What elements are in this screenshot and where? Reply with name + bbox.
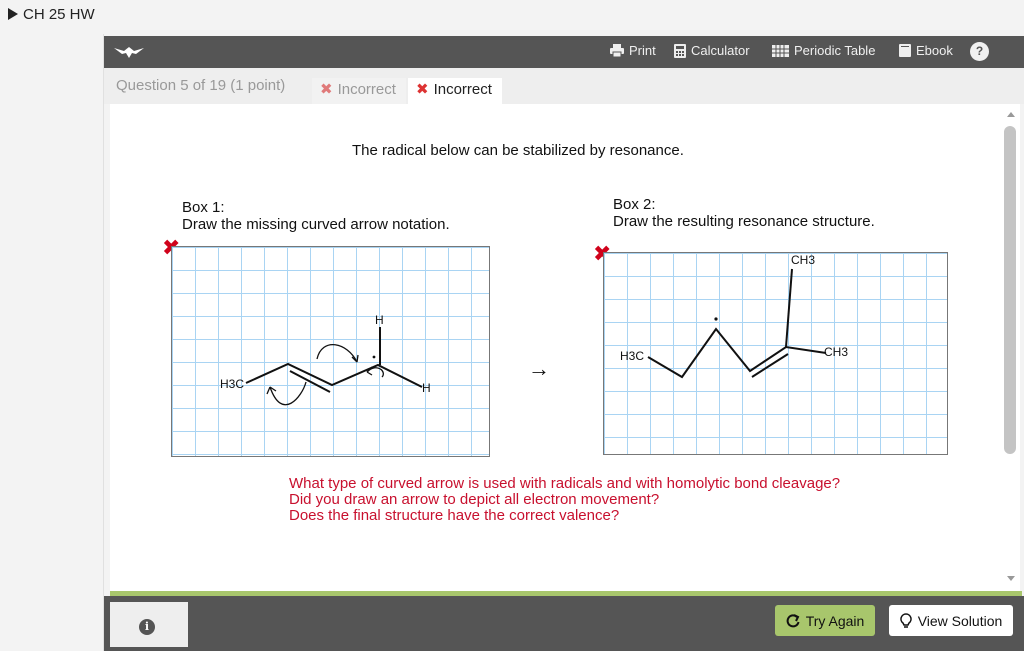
ebook-label: Ebook [916, 43, 953, 58]
view-solution-button[interactable]: View Solution [889, 605, 1013, 636]
try-again-button[interactable]: Try Again [775, 605, 875, 636]
calculator-button[interactable]: Calculator [674, 43, 750, 58]
panel-divider [103, 34, 104, 651]
reaction-arrow: → [528, 356, 550, 381]
box1-h-right-label: H [422, 381, 431, 395]
scroll-up-icon[interactable] [1007, 112, 1015, 117]
info-icon: i [139, 619, 155, 635]
box1-title: Box 1: [182, 199, 225, 216]
toolbar: Print Calculator Periodic Table Ebook ? [104, 36, 1024, 68]
box1-h-top-label: H [375, 313, 384, 327]
book-icon [899, 44, 911, 57]
hint-line: Does the final structure have the correc… [289, 507, 620, 524]
box2-h3c-label: H3C [620, 349, 645, 363]
help-icon[interactable]: ? [970, 42, 989, 61]
question-content: The radical below can be stabilized by r… [110, 104, 1002, 591]
incorrect-x-icon: ✖ [320, 81, 333, 98]
periodic-table-label: Periodic Table [794, 43, 876, 58]
expand-triangle-icon[interactable] [8, 8, 18, 20]
scroll-thumb[interactable] [1004, 126, 1016, 454]
box2-label: Box 2: Draw the resulting resonance stru… [613, 196, 875, 230]
box2-drawing-canvas[interactable]: H3C CH3 CH3 [603, 252, 948, 455]
periodic-table-button[interactable]: Periodic Table [772, 43, 875, 58]
print-button[interactable]: Print [610, 43, 656, 58]
feedback-hints: What type of curved arrow is used with r… [289, 476, 840, 524]
box1-instruction: Draw the missing curved arrow notation. [182, 216, 450, 233]
box1-h3c-label: H3C [220, 377, 245, 391]
calculator-icon [674, 43, 686, 58]
assignment-breadcrumb[interactable]: CH 25 HW [0, 0, 1024, 34]
content-scrollbar[interactable] [1002, 104, 1020, 591]
lightbulb-icon [900, 613, 912, 628]
periodic-table-icon [772, 44, 789, 57]
info-tab[interactable]: i [110, 602, 188, 647]
box1-drawing-canvas[interactable]: H3C H H [171, 246, 490, 457]
scroll-down-icon[interactable] [1007, 576, 1015, 581]
view-solution-label: View Solution [917, 612, 1003, 629]
attempt-tab-2[interactable]: ✖ Incorrect [408, 78, 502, 104]
question-intro: The radical below can be stabilized by r… [352, 142, 684, 159]
attempt-tab-label: Incorrect [337, 81, 396, 98]
box2-ch3-right-label: CH3 [824, 345, 849, 359]
box2-ch3-top-label: CH3 [791, 253, 816, 267]
attempt-tab-1[interactable]: ✖ Incorrect [312, 78, 406, 104]
footer-bar: i Try Again View Solution [104, 596, 1024, 651]
hint-line: Did you draw an arrow to depict all elec… [289, 491, 660, 508]
box2-instruction: Draw the resulting resonance structure. [613, 213, 875, 230]
question-bar: Question 5 of 19 (1 point) ✖ Incorrect ✖ I… [104, 68, 1024, 104]
left-panel [0, 34, 103, 651]
refresh-icon [786, 613, 800, 627]
attempt-tab-label: Incorrect [433, 81, 492, 98]
print-label: Print [629, 43, 656, 58]
try-again-label: Try Again [805, 612, 865, 629]
logo-icon [114, 47, 144, 58]
question-label: Question 5 of 19 (1 point) [116, 77, 286, 94]
calculator-label: Calculator [691, 43, 750, 58]
box2-structure [647, 268, 827, 379]
printer-icon [610, 44, 624, 57]
ebook-button[interactable]: Ebook [899, 43, 953, 58]
box1-structure [245, 327, 423, 406]
hint-line: What type of curved arrow is used with r… [289, 475, 841, 492]
incorrect-x-icon: ✖ [416, 81, 429, 98]
box1-label: Box 1: Draw the missing curved arrow not… [182, 199, 450, 233]
box2-title: Box 2: [613, 196, 656, 213]
assignment-title: CH 25 HW [23, 6, 95, 23]
